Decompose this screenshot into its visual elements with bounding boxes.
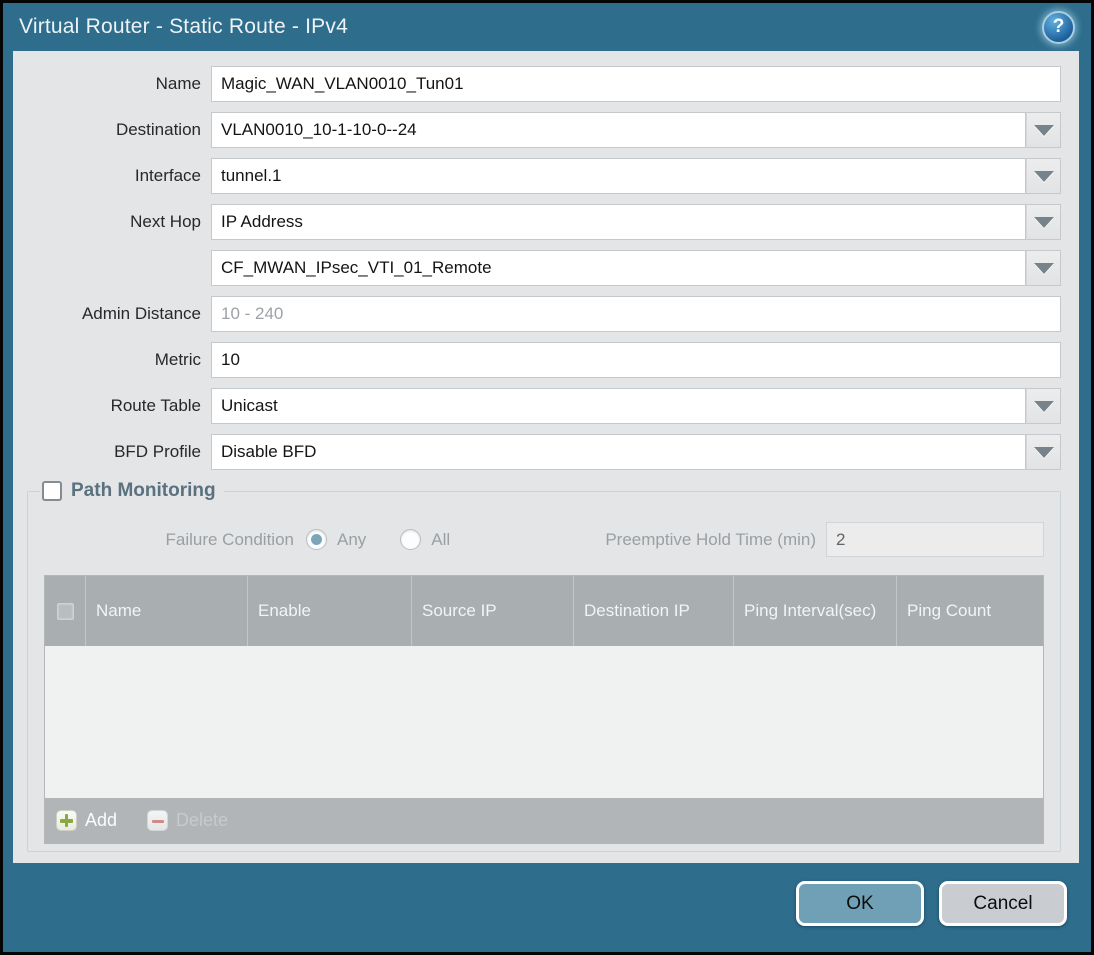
chevron-down-icon <box>1033 400 1054 412</box>
ok-button[interactable]: OK <box>796 881 924 926</box>
admin-distance-input[interactable] <box>211 296 1061 332</box>
chevron-down-icon <box>1033 262 1054 274</box>
bfd-profile-dropdown-button[interactable] <box>1026 434 1061 470</box>
interface-input[interactable] <box>211 158 1026 194</box>
next-hop-row: Next Hop <box>27 204 1061 240</box>
route-table-input[interactable] <box>211 388 1026 424</box>
column-header-ping-count: Ping Count <box>907 601 992 621</box>
route-table-label: Route Table <box>110 396 201 415</box>
delete-button[interactable]: Delete <box>147 810 228 831</box>
path-monitoring-section: Path Monitoring Failure Condition Any Al… <box>27 480 1061 852</box>
path-monitoring-table: Name Enable Source IP Destination IP Pin… <box>44 575 1044 844</box>
failure-condition-all-radio[interactable] <box>400 529 422 550</box>
add-button[interactable]: Add <box>56 810 117 831</box>
table-body-empty <box>45 646 1043 798</box>
select-all-cell <box>45 576 86 646</box>
chevron-down-icon <box>1033 170 1054 182</box>
dialog-footer: OK Cancel <box>3 863 1091 952</box>
plus-icon <box>56 810 77 831</box>
column-header-enable: Enable <box>248 576 412 646</box>
next-hop-address-input[interactable] <box>211 250 1026 286</box>
column-header-source-ip: Source IP <box>412 576 574 646</box>
delete-button-label: Delete <box>176 810 229 830</box>
name-label: Name <box>155 74 201 93</box>
interface-label: Interface <box>134 166 201 185</box>
next-hop-type-dropdown-button[interactable] <box>1026 204 1061 240</box>
cancel-button[interactable]: Cancel <box>939 881 1067 926</box>
interface-row: Interface <box>27 158 1061 194</box>
chevron-down-icon <box>1033 216 1054 228</box>
failure-condition-all-label: All <box>431 529 451 549</box>
dialog: Virtual Router - Static Route - IPv4 ? N… <box>0 0 1094 955</box>
column-header-destination-ip: Destination IP <box>574 576 734 646</box>
chevron-down-icon <box>1033 446 1054 458</box>
bfd-profile-input[interactable] <box>211 434 1026 470</box>
metric-row: Metric <box>27 342 1061 378</box>
next-hop-label: Next Hop <box>130 212 201 231</box>
route-table-row: Route Table <box>27 388 1061 424</box>
bfd-profile-label: BFD Profile <box>114 442 201 461</box>
route-table-dropdown-button[interactable] <box>1026 388 1061 424</box>
next-hop-address-row <box>27 250 1061 286</box>
metric-label: Metric <box>154 350 201 369</box>
preemptive-hold-time-input[interactable] <box>826 522 1044 557</box>
path-monitoring-legend: Path Monitoring <box>40 480 224 502</box>
next-hop-type-input[interactable] <box>211 204 1026 240</box>
path-monitoring-title: Path Monitoring <box>71 480 216 501</box>
path-monitoring-checkbox[interactable] <box>42 481 62 501</box>
preemptive-hold-time-label: Preemptive Hold Time (min) <box>605 529 816 549</box>
destination-dropdown-button[interactable] <box>1026 112 1061 148</box>
admin-distance-label: Admin Distance <box>81 304 201 323</box>
minus-icon <box>147 810 169 831</box>
name-input[interactable] <box>211 66 1061 102</box>
failure-condition-row: Failure Condition Any All Preemptive Hol… <box>44 522 1044 557</box>
interface-dropdown-button[interactable] <box>1026 158 1061 194</box>
dialog-titlebar: Virtual Router - Static Route - IPv4 ? <box>3 3 1091 51</box>
table-header-row: Name Enable Source IP Destination IP Pin… <box>45 576 1043 646</box>
destination-label: Destination <box>115 120 201 139</box>
failure-condition-any-radio[interactable] <box>306 529 327 550</box>
column-header-name: Name <box>86 576 248 646</box>
table-toolbar: Add Delete <box>45 798 1043 843</box>
bfd-profile-row: BFD Profile <box>27 434 1061 470</box>
dialog-content: Name Destination Interface Next Hop <box>13 51 1079 863</box>
failure-condition-any-label: Any <box>337 529 367 549</box>
dialog-title: Virtual Router - Static Route - IPv4 <box>19 15 348 38</box>
next-hop-address-dropdown-button[interactable] <box>1026 250 1061 286</box>
destination-input[interactable] <box>211 112 1026 148</box>
column-header-ping-interval: Ping Interval(sec) <box>734 576 897 646</box>
add-button-label: Add <box>85 810 118 830</box>
failure-condition-label: Failure Condition <box>165 529 294 549</box>
metric-input[interactable] <box>211 342 1061 378</box>
chevron-down-icon <box>1033 124 1054 136</box>
name-row: Name <box>27 66 1061 102</box>
destination-row: Destination <box>27 112 1061 148</box>
admin-distance-row: Admin Distance <box>27 296 1061 332</box>
select-all-checkbox[interactable] <box>56 602 74 620</box>
help-icon[interactable]: ? <box>1042 10 1075 44</box>
